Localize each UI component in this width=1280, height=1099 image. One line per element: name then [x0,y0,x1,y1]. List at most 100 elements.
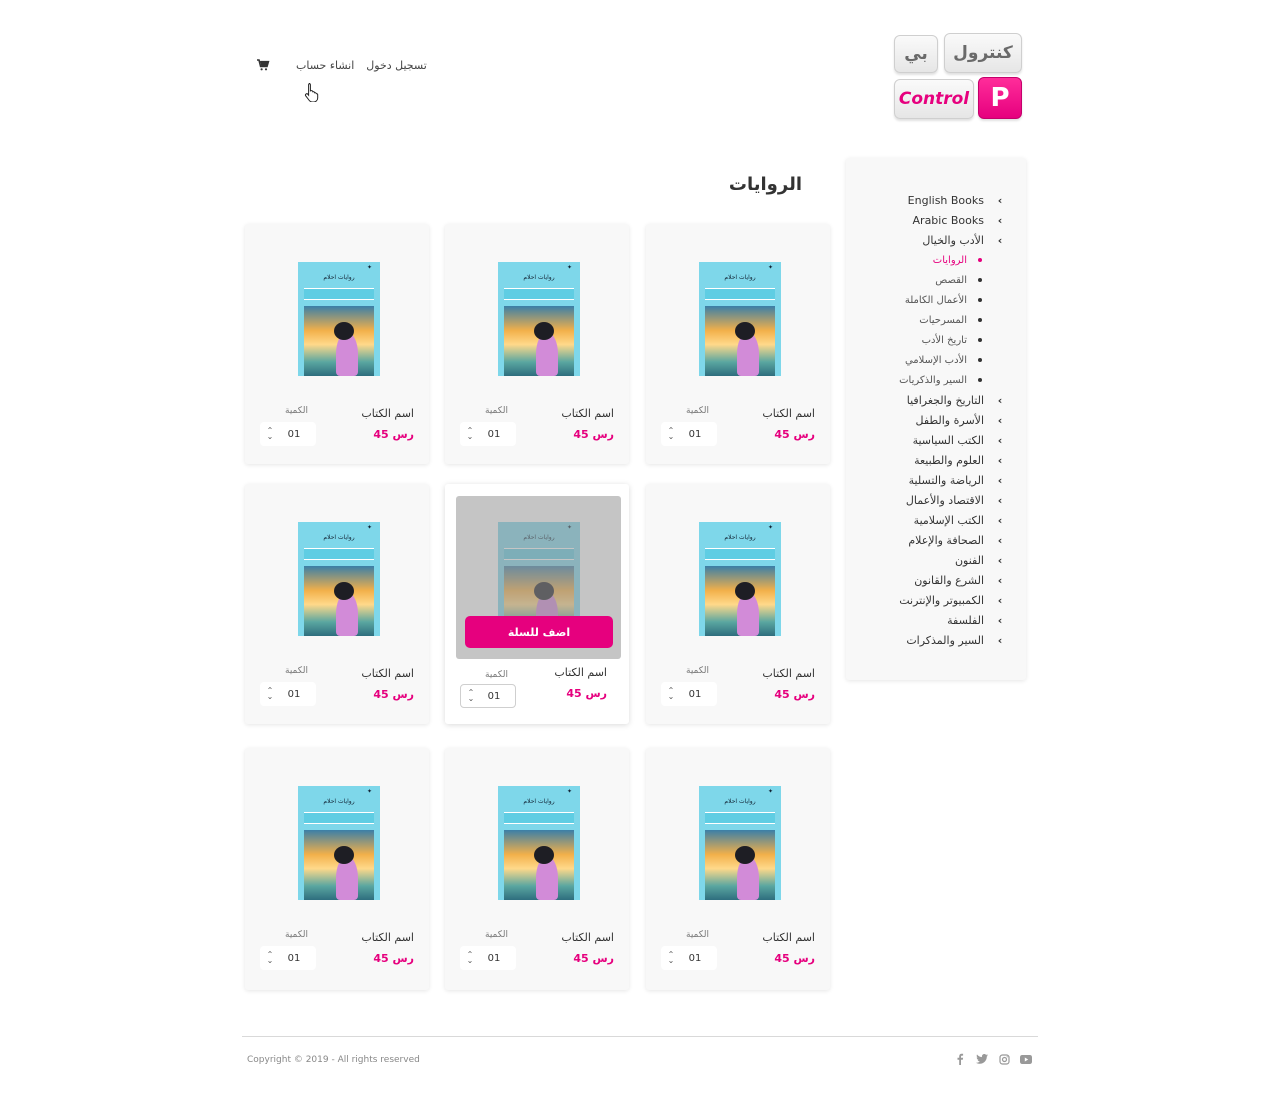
quantity-value[interactable]: 01 [681,689,717,700]
book-cover-image[interactable]: ✦ روايات احلام [699,786,781,900]
quantity-stepper[interactable]: ⌃ ⌄ 01 [661,422,717,446]
product-card[interactable]: ✦ روايات احلام اسم الكتاب الكمية 45 رس ⌃ ⌄ 01 [245,748,429,990]
sidebar-item[interactable]: الأدب والخيال ‹ [854,230,1004,250]
cover-figure-hair [334,582,354,600]
quantity-label: الكمية [686,666,709,676]
instagram-icon[interactable] [998,1053,1010,1065]
sidebar-item[interactable]: Arabic Books ‹ [854,210,1004,230]
quantity-stepper[interactable]: ⌃ ⌄ 01 [260,682,316,706]
logo-key-control-en: Control [894,79,974,119]
publisher-mark: ✦ [767,524,773,531]
book-cover-image[interactable]: ✦ روايات احلام [298,786,380,900]
quantity-stepper[interactable]: ⌃ ⌄ 01 [260,422,316,446]
control-p-logo[interactable]: بي كنترول Control P [894,33,1022,121]
product-card[interactable]: ✦ روايات احلام اسم الكتاب الكمية 45 رس ⌃ ⌄ 01 [445,748,629,990]
chevron-left-icon: ‹ [997,473,1003,487]
book-price: 45 رس [373,428,414,441]
quantity-value[interactable]: 01 [280,953,316,964]
quantity-stepper[interactable]: ⌃ ⌄ 01 [460,946,516,970]
product-card[interactable]: ✦ روايات احلام اسم الكتاب الكمية 45 رس ⌃ ⌄ 01 [245,484,429,724]
up-down-arrows-icon[interactable]: ⌃ ⌄ [661,687,681,701]
book-cover-image[interactable]: ✦ روايات احلام [498,786,580,900]
sidebar-item[interactable]: الشرع والقانون ‹ [854,570,1004,590]
product-card[interactable]: ✦ روايات احلام اسم الكتاب الكمية 45 رس ⌃ ⌄ 01 [646,224,830,464]
sidebar-item[interactable]: التاريخ والجغرافيا ‹ [854,390,1004,410]
product-card[interactable]: ✦ روايات احلام اسم الكتاب الكمية 45 رس ⌃ ⌄ 01 [646,748,830,990]
sidebar-item[interactable]: الفنون ‹ [854,550,1004,570]
book-cover-image[interactable]: ✦ روايات احلام [498,262,580,376]
product-card[interactable]: ✦ روايات احلام اسم الكتاب الكمية 45 رس ⌃ ⌄ 01 [445,224,629,464]
sidebar-item-label: التاريخ والجغرافيا [906,393,984,407]
sidebar-item[interactable]: الصحافة والإعلام ‹ [854,530,1004,550]
sidebar-item[interactable]: الأسرة والطفل ‹ [854,410,1004,430]
login-link[interactable]: تسجيل دخول [366,59,427,72]
quantity-value[interactable]: 01 [681,429,717,440]
quantity-value[interactable]: 01 [681,953,717,964]
up-down-arrows-icon[interactable]: ⌃ ⌄ [260,427,280,441]
sidebar-item-label: الصحافة والإعلام [908,533,984,547]
sidebar-item[interactable]: العلوم والطبيعة ‹ [854,450,1004,470]
book-name: اسم الكتاب [361,407,414,420]
sidebar-item-label: الفلسفة [947,613,984,627]
quantity-value[interactable]: 01 [480,953,516,964]
quantity-stepper[interactable]: ⌃ ⌄ 01 [460,684,516,708]
quantity-value[interactable]: 01 [280,429,316,440]
sidebar-subitem[interactable]: الأعمال الكاملة [854,290,1004,310]
up-down-arrows-icon[interactable]: ⌃ ⌄ [461,689,481,703]
publisher-mark: ✦ [566,788,572,795]
sidebar-item[interactable]: English Books ‹ [854,190,1004,210]
quantity-value[interactable]: 01 [480,429,516,440]
book-cover-image[interactable]: ✦ روايات احلام [699,262,781,376]
up-down-arrows-icon[interactable]: ⌃ ⌄ [260,951,280,965]
cart-icon[interactable] [256,58,270,72]
book-cover-image[interactable]: ✦ روايات احلام [298,522,380,636]
sidebar-subitem[interactable]: المسرحيات [854,310,1004,330]
sidebar-item[interactable]: الاقتصاد والأعمال ‹ [854,490,1004,510]
sidebar-subitem[interactable]: السير والذكريات [854,370,1004,390]
cover-band [504,812,574,824]
sidebar-item[interactable]: الكتب الإسلامية ‹ [854,510,1004,530]
quantity-value[interactable]: 01 [481,691,515,702]
product-card[interactable]: ✦ روايات احلام اسم الكتاب الكمية 45 رس ⌃ ⌄ 01 [646,484,830,724]
sidebar-item[interactable]: الرياضة والتسلية ‹ [854,470,1004,490]
chevron-left-icon: ‹ [997,213,1003,227]
bullet-icon [978,258,982,262]
book-cover-image[interactable]: ✦ روايات احلام [699,522,781,636]
quantity-stepper[interactable]: ⌃ ⌄ 01 [260,946,316,970]
sidebar-item-label: الشرع والقانون [914,573,984,587]
sidebar-subitem[interactable]: تاريخ الأدب [854,330,1004,350]
add-to-cart-button[interactable]: اضف للسلة [465,616,613,648]
twitter-icon[interactable] [976,1053,988,1065]
up-down-arrows-icon[interactable]: ⌃ ⌄ [661,427,681,441]
sidebar-item[interactable]: السير والمذكرات ‹ [854,630,1004,650]
quantity-stepper[interactable]: ⌃ ⌄ 01 [661,682,717,706]
quantity-stepper[interactable]: ⌃ ⌄ 01 [661,946,717,970]
register-link[interactable]: انشاء حساب [296,59,354,72]
up-down-arrows-icon[interactable]: ⌃ ⌄ [460,427,480,441]
sidebar-subitem[interactable]: القصص [854,270,1004,290]
sidebar-subitem-label: السير والذكريات [899,374,967,386]
sidebar-item[interactable]: الكمبيوتر والإنترنت ‹ [854,590,1004,610]
sidebar-item[interactable]: الكتب السياسية ‹ [854,430,1004,450]
quantity-stepper[interactable]: ⌃ ⌄ 01 [460,422,516,446]
up-down-arrows-icon[interactable]: ⌃ ⌄ [460,951,480,965]
up-down-arrows-icon[interactable]: ⌃ ⌄ [661,951,681,965]
quantity-label: الكمية [285,930,308,940]
youtube-icon[interactable] [1020,1053,1032,1065]
sidebar-item-label: الكتب السياسية [912,433,984,447]
book-cover-image[interactable]: ✦ روايات احلام [298,262,380,376]
facebook-icon[interactable] [954,1053,966,1065]
quantity-value[interactable]: 01 [280,689,316,700]
sidebar-item-label: الأدب والخيال [922,233,984,247]
product-card[interactable]: ✦روايات احلاماضف للسلةاسم الكتابالكمية45… [445,484,629,724]
sidebar-item[interactable]: الفلسفة ‹ [854,610,1004,630]
up-down-arrows-icon[interactable]: ⌃ ⌄ [260,687,280,701]
cover-title: روايات احلام [323,274,355,281]
sidebar-subitem[interactable]: الأدب الإسلامي [854,350,1004,370]
bullet-icon [978,338,982,342]
copyright-text: Copyright © 2019 - All rights reserved [247,1055,420,1065]
cover-title: روايات احلام [724,274,756,281]
product-card[interactable]: ✦ روايات احلام اسم الكتاب الكمية 45 رس ⌃ ⌄ 01 [245,224,429,464]
book-price: 45 رس [373,688,414,701]
sidebar-subitem[interactable]: الروايات [854,250,1004,270]
